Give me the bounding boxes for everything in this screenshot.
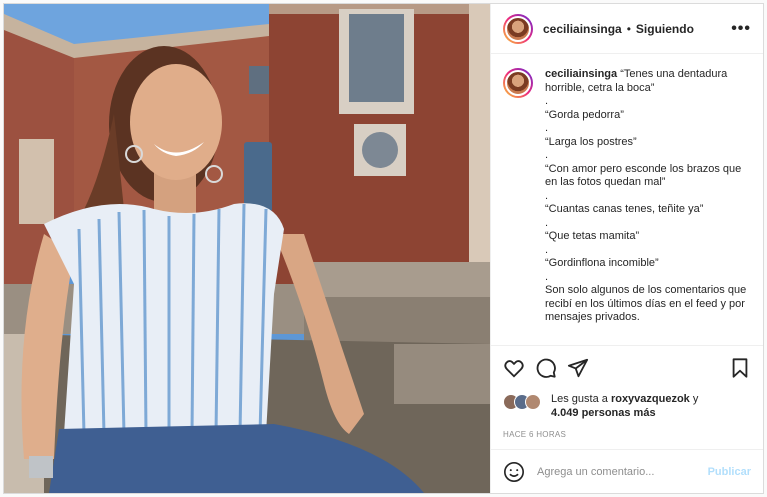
publish-button[interactable]: Publicar <box>708 466 751 478</box>
photo-illustration <box>4 4 490 493</box>
photo-person-face <box>130 64 222 180</box>
send-icon[interactable] <box>567 357 589 379</box>
follow-status-button[interactable]: Siguiendo <box>636 22 694 36</box>
caption-area: ceciliainsinga “Tenes una dentadura horr… <box>491 54 763 345</box>
caption-username[interactable]: ceciliainsinga <box>545 68 617 80</box>
action-bar <box>503 356 751 380</box>
caption-line: “Con amor pero esconde los brazos que en… <box>545 162 742 189</box>
caption-line: “Que tetas mamita” <box>545 230 640 242</box>
post-header: ceciliainsinga • Siguiendo ••• <box>491 4 763 54</box>
caption-line: . <box>545 243 549 256</box>
caption-line: “Gorda pedorra” <box>545 108 624 121</box>
caption-line: . <box>545 216 549 229</box>
bookmark-icon[interactable] <box>729 357 751 379</box>
caption-author-avatar[interactable] <box>503 68 533 98</box>
post-side-panel: ceciliainsinga • Siguiendo ••• ceciliain… <box>490 4 763 493</box>
emoji-icon[interactable] <box>503 461 525 483</box>
caption-line: “Cuantas canas tenes, teñite ya” <box>545 203 704 215</box>
liker-username[interactable]: roxyvazquezok <box>611 393 690 405</box>
likes-text: Les gusta a roxyvazquezok y 4.049 person… <box>551 392 698 420</box>
author-avatar[interactable] <box>503 13 533 44</box>
header-separator: • <box>626 21 631 36</box>
likes-count[interactable]: 4.049 personas más <box>551 407 656 419</box>
liker-avatars[interactable] <box>503 394 547 410</box>
likes-summary: Les gusta a roxyvazquezok y 4.049 person… <box>503 392 751 420</box>
likes-and: y <box>692 393 699 405</box>
caption-line: . <box>545 122 549 134</box>
comment-bar: Publicar <box>491 449 763 493</box>
more-options-icon[interactable]: ••• <box>731 20 751 38</box>
caption-line: “Gordinflona incomible” <box>545 257 659 269</box>
caption-line: Son solo algunos de los comentarios que … <box>545 284 747 323</box>
likes-prefix: Les gusta a <box>551 393 608 405</box>
caption-line: . <box>545 95 549 107</box>
caption-line: . <box>545 189 549 202</box>
caption-line: “Larga los postres” <box>545 135 637 148</box>
caption-line: . <box>545 149 549 161</box>
heart-icon[interactable] <box>503 357 525 379</box>
comment-icon[interactable] <box>535 357 557 379</box>
liker-avatar <box>525 394 541 410</box>
post-caption: ceciliainsinga “Tenes una dentadura horr… <box>545 68 751 345</box>
post-actions-section: Les gusta a roxyvazquezok y 4.049 person… <box>491 345 763 449</box>
instagram-post: ceciliainsinga • Siguiendo ••• ceciliain… <box>3 3 764 494</box>
caption-line: . <box>545 270 549 283</box>
comment-input[interactable] <box>537 465 708 478</box>
author-username[interactable]: ceciliainsinga <box>543 22 622 36</box>
post-photo[interactable] <box>4 4 490 493</box>
post-timestamp[interactable]: HACE 6 HORAS <box>503 430 751 439</box>
